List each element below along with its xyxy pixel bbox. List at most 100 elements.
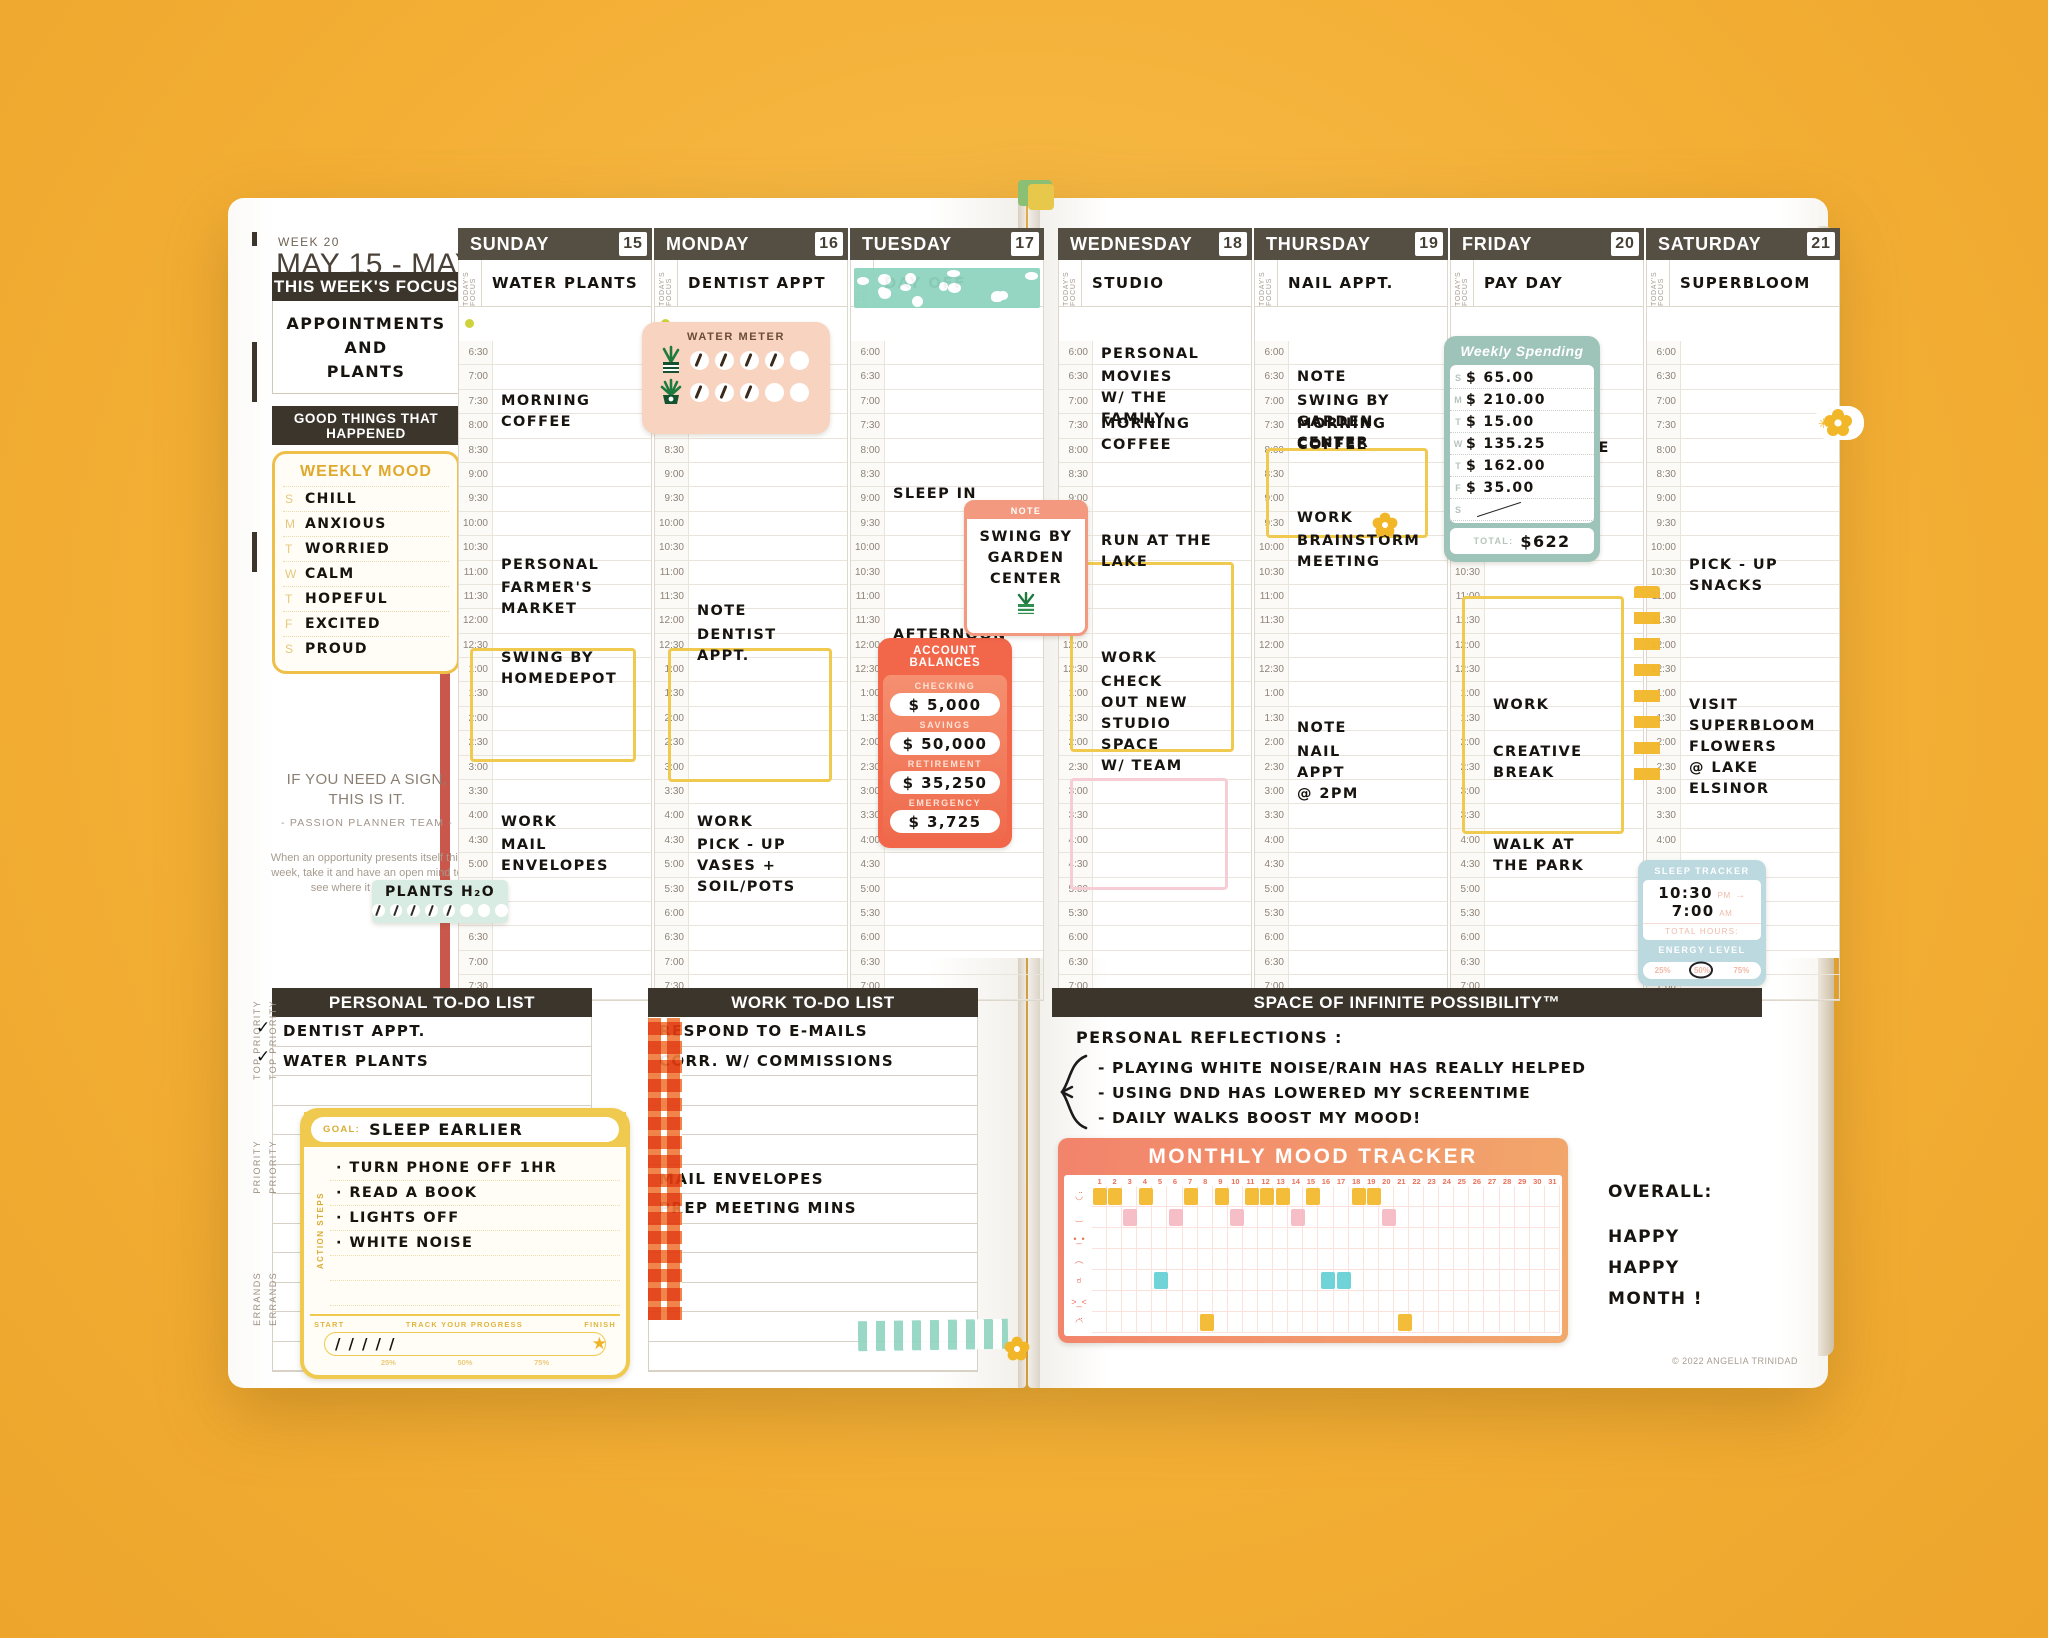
slot-content[interactable] (1289, 878, 1447, 901)
time-slot[interactable]: 7:00 (851, 390, 1043, 414)
mood-cell[interactable] (1183, 1228, 1198, 1249)
slot-content[interactable] (1093, 463, 1251, 486)
mood-cell[interactable] (1258, 1312, 1273, 1333)
mood-cell[interactable] (1318, 1207, 1333, 1228)
todo-row[interactable] (649, 1106, 977, 1136)
time-slot[interactable]: 6:00 (1647, 341, 1839, 365)
mood-cell[interactable] (1409, 1270, 1424, 1291)
mood-cell[interactable] (1303, 1312, 1318, 1333)
mood-cell[interactable] (1500, 1186, 1515, 1207)
mood-cell[interactable] (1379, 1249, 1394, 1270)
mood-cell[interactable] (1409, 1249, 1424, 1270)
spending-row[interactable]: M $ 210.00 (1450, 389, 1594, 411)
slot-content[interactable] (689, 902, 847, 925)
mood-cell[interactable] (1318, 1228, 1333, 1249)
schedule-entry[interactable]: WORK (697, 812, 753, 833)
mood-cell[interactable] (1213, 1228, 1228, 1249)
account-balances-sticker[interactable]: ACCOUNT BALANCES CHECKING $ 5,000 SAVINGS $… (878, 638, 1012, 848)
mood-cells[interactable] (1092, 1249, 1560, 1270)
time-slot[interactable]: 4:30 (851, 853, 1043, 877)
schedule-entry[interactable]: NOTE (697, 601, 747, 622)
time-slot[interactable]: 6:00 (655, 902, 847, 926)
weekly-mood-row[interactable]: F EXCITED (283, 611, 449, 636)
mood-cell[interactable] (1394, 1207, 1409, 1228)
mood-cell[interactable] (1167, 1249, 1182, 1270)
todo-row[interactable] (649, 1253, 977, 1283)
time-slot[interactable]: 3:30 (459, 780, 651, 804)
mood-cell[interactable] (1137, 1228, 1152, 1249)
mood-cell[interactable] (1364, 1207, 1379, 1228)
time-slot[interactable]: 9:30 (655, 487, 847, 511)
mood-cell[interactable] (1349, 1312, 1364, 1333)
mood-cell[interactable] (1484, 1186, 1499, 1207)
slot-content[interactable] (493, 463, 651, 486)
todo-row[interactable]: MAIL ENVELOPES (649, 1165, 977, 1195)
time-slot[interactable]: 12:00 (1255, 634, 1447, 658)
mood-cell[interactable] (1137, 1207, 1152, 1228)
time-slot[interactable]: 11:30 (1647, 609, 1839, 633)
time-slot[interactable]: 9:00 (1647, 487, 1839, 511)
time-slot[interactable]: 6:30 (1647, 365, 1839, 389)
mood-cell[interactable] (1107, 1270, 1122, 1291)
time-slot[interactable]: 6:00 (1255, 341, 1447, 365)
schedule-entry[interactable]: PERSONAL (1101, 344, 1199, 365)
mood-cell[interactable] (1394, 1270, 1409, 1291)
mood-cell[interactable] (1364, 1249, 1379, 1270)
mood-cell[interactable] (1500, 1207, 1515, 1228)
time-slot[interactable]: 9:30 (1647, 512, 1839, 536)
todo-row[interactable] (649, 1224, 977, 1254)
slot-content[interactable] (885, 414, 1043, 437)
mood-cell[interactable] (1500, 1249, 1515, 1270)
mood-cell[interactable] (1439, 1312, 1454, 1333)
mood-cell[interactable] (1530, 1207, 1545, 1228)
weekly-mood-row[interactable]: T HOPEFUL (283, 586, 449, 611)
mood-cell[interactable] (1545, 1186, 1560, 1207)
progress-bar[interactable]: / / / / / ★ (324, 1332, 606, 1356)
slot-content[interactable] (493, 951, 651, 974)
time-slot[interactable]: 1:30 (1255, 707, 1447, 731)
time-slot[interactable]: 11:30 (1255, 609, 1447, 633)
mood-cell[interactable] (1394, 1291, 1409, 1312)
mood-cell[interactable] (1198, 1207, 1213, 1228)
mood-cell[interactable] (1303, 1270, 1318, 1291)
time-slot[interactable]: 5:30 (1059, 902, 1251, 926)
time-slot[interactable]: 3:30 (1647, 804, 1839, 828)
mood-cell[interactable] (1424, 1228, 1439, 1249)
spending-row[interactable]: S $ 65.00 (1450, 367, 1594, 389)
schedule-entry[interactable]: RUN AT THE LAKE (1101, 531, 1212, 573)
slot-content[interactable] (1681, 512, 1839, 535)
mood-cell[interactable] (1394, 1228, 1409, 1249)
mood-cell[interactable] (1439, 1249, 1454, 1270)
mood-cell[interactable] (1258, 1270, 1273, 1291)
day-focus-row[interactable]: TODAY'S FOCUS SUPERBLOOM (1646, 260, 1840, 307)
time-slot[interactable]: 8:30 (655, 439, 847, 463)
mood-cell[interactable] (1273, 1312, 1288, 1333)
mood-cell[interactable] (1167, 1312, 1182, 1333)
mood-cell[interactable] (1379, 1291, 1394, 1312)
mood-cell[interactable] (1349, 1270, 1364, 1291)
mood-cell[interactable] (1167, 1228, 1182, 1249)
time-slot[interactable]: 3:30 (655, 780, 847, 804)
mood-cell[interactable] (1137, 1291, 1152, 1312)
time-slot[interactable]: 6:00 (851, 341, 1043, 365)
mood-cell[interactable] (1107, 1228, 1122, 1249)
mood-cell[interactable] (1288, 1312, 1303, 1333)
mood-cell[interactable] (1500, 1228, 1515, 1249)
time-slot[interactable]: 6:30 (1451, 951, 1643, 975)
mood-cell[interactable] (1469, 1312, 1484, 1333)
mood-cell[interactable] (1152, 1249, 1167, 1270)
mood-cell[interactable] (1454, 1312, 1469, 1333)
time-slot[interactable]: 8:30 (1647, 463, 1839, 487)
schedule-entry[interactable]: CHECK OUT NEW STUDIO SPACE W/ TEAM (1101, 672, 1188, 777)
mood-cell[interactable] (1258, 1228, 1273, 1249)
slot-content[interactable] (689, 536, 847, 559)
todo-row[interactable]: RESPOND TO E-MAILS (649, 1017, 977, 1047)
mood-cell[interactable] (1228, 1228, 1243, 1249)
slot-content[interactable] (1289, 658, 1447, 681)
slot-content[interactable] (493, 780, 651, 803)
schedule-entry[interactable]: VISIT SUPERBLOOM FLOWERS @ LAKE ELSINOR (1689, 695, 1816, 800)
slot-content[interactable] (689, 512, 847, 535)
mood-cell[interactable] (1303, 1207, 1318, 1228)
mood-cell[interactable] (1213, 1207, 1228, 1228)
mood-mark[interactable] (1215, 1188, 1229, 1205)
